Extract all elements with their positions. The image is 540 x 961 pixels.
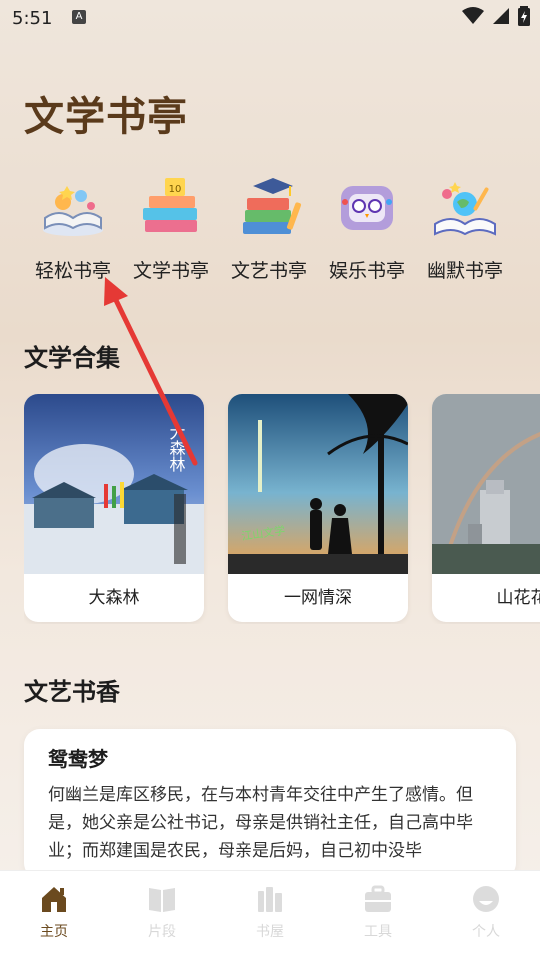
collection-card-title: 大森林 xyxy=(88,588,140,608)
stacked-books-icon: 10 xyxy=(143,178,197,232)
category-easy[interactable]: 轻松书亭 xyxy=(26,172,120,283)
category-label: 轻松书亭 xyxy=(34,260,111,282)
tab-tools[interactable]: 工具 xyxy=(338,883,418,941)
svg-text:10: 10 xyxy=(169,184,182,195)
tab-label: 工具 xyxy=(364,924,392,940)
tab-library[interactable]: 书屋 xyxy=(230,883,310,941)
collection-card[interactable]: 江山文学 一网情深 xyxy=(228,394,408,622)
collection-title: 文学合集 xyxy=(24,344,120,372)
battery-icon xyxy=(518,6,530,26)
article-card[interactable]: 鸳鸯梦 何幽兰是库区移民，在与本村青年交往中产生了感情。但是，她父亲是公社书记，… xyxy=(24,729,516,879)
collection-card-title: 一网情深 xyxy=(284,588,352,608)
home-icon xyxy=(42,887,66,912)
graduation-books-icon xyxy=(243,178,302,234)
article-title: 鸳鸯梦 xyxy=(48,747,108,771)
category-label: 娱乐书亭 xyxy=(328,260,405,282)
forest-cover-image: 大森林 xyxy=(24,394,204,574)
forest-cover-caption: 大森林 xyxy=(167,424,186,472)
tab-profile[interactable]: 个人 xyxy=(446,883,526,941)
collection-card-title: 山花花 xyxy=(496,588,540,608)
status-icons xyxy=(462,6,530,26)
collection-card[interactable]: 大森林 大森林 xyxy=(24,394,204,622)
category-row: 轻松书亭 10 文学书亭 文艺书亭 娱乐书亭 幽默书亭 xyxy=(24,172,524,282)
signal-icon xyxy=(493,8,509,24)
status-bar: 5:51 A xyxy=(0,0,540,36)
category-arts[interactable]: 文艺书亭 xyxy=(222,172,316,283)
couple-cover-image: 江山文学 xyxy=(228,394,408,574)
robot-icon xyxy=(341,186,393,230)
open-book-icon xyxy=(43,186,103,236)
bottom-tab-bar: 主页 片段 书屋 工具 个人 xyxy=(0,870,540,961)
wifi-icon xyxy=(462,7,484,24)
category-entertainment[interactable]: 娱乐书亭 xyxy=(320,172,414,283)
page-title: 文学书亭 xyxy=(24,93,188,140)
category-label: 幽默书亭 xyxy=(426,260,503,282)
city-rainbow-cover-image xyxy=(432,394,540,574)
tab-label: 书屋 xyxy=(256,924,284,940)
article-excerpt: 何幽兰是库区移民，在与本村青年交往中产生了感情。但是，她父亲是公社书记，母亲是供… xyxy=(48,785,473,861)
toolbox-icon xyxy=(365,885,391,912)
status-time: 5:51 xyxy=(12,8,53,29)
tab-home[interactable]: 主页 xyxy=(14,883,94,941)
category-label: 文艺书亭 xyxy=(230,260,307,282)
globe-book-icon xyxy=(434,182,496,236)
profile-icon xyxy=(473,886,499,912)
tab-fragments[interactable]: 片段 xyxy=(122,883,202,941)
category-label: 文学书亭 xyxy=(132,260,209,282)
featured-title: 文艺书香 xyxy=(24,678,120,706)
category-literature[interactable]: 10 文学书亭 xyxy=(124,172,218,283)
collection-card[interactable]: 山花花 xyxy=(432,394,540,622)
tab-label: 个人 xyxy=(472,924,500,940)
book-icon xyxy=(149,888,175,912)
category-humor[interactable]: 幽默书亭 xyxy=(418,172,512,283)
notification-icon: A xyxy=(72,10,86,24)
collection-carousel[interactable]: 大森林 大森林 江山文学 一网情深 山花花 xyxy=(24,394,540,624)
bookshelf-icon xyxy=(258,887,282,912)
tab-label: 片段 xyxy=(148,924,176,940)
tab-label: 主页 xyxy=(40,924,68,940)
